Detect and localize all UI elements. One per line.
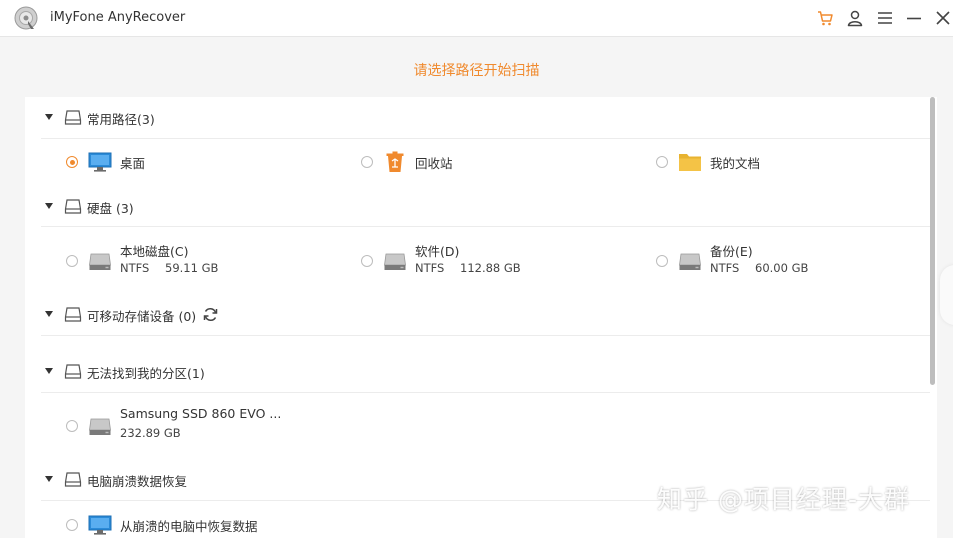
divider	[41, 392, 930, 393]
path-item-label: 回收站	[415, 156, 453, 171]
minimize-icon[interactable]	[905, 9, 923, 27]
side-decoration	[940, 265, 953, 325]
disk-item-d[interactable]: 软件(D) NTFS 112.88 GB	[361, 241, 641, 281]
divider	[41, 138, 930, 139]
title-bar: iMyFone AnyRecover	[0, 0, 953, 37]
menu-icon[interactable]	[876, 9, 894, 27]
hard-drive-icon	[679, 253, 701, 270]
section-header-removable[interactable]: 可移动存储设备 (0)	[25, 305, 930, 325]
disk-name: 备份(E)	[710, 244, 753, 259]
folder-icon	[679, 154, 701, 171]
hard-drive-icon	[89, 253, 111, 270]
radio[interactable]	[66, 519, 78, 531]
path-item-desktop[interactable]: 桌面	[66, 142, 346, 182]
path-item-label: 桌面	[120, 156, 146, 171]
drive-outline-icon	[64, 364, 82, 379]
radio[interactable]	[656, 255, 668, 267]
disk-item-c[interactable]: 本地磁盘(C) NTFS 59.11 GB	[66, 241, 346, 281]
radio-selected[interactable]	[66, 156, 78, 168]
disk-item-e[interactable]: 备份(E) NTFS 60.00 GB	[656, 241, 926, 281]
disk-filesystem: NTFS	[415, 261, 445, 275]
section-title: 常用路径(3)	[87, 112, 155, 127]
scan-location-panel: 常用路径(3) 桌面 回收站 我的文档 硬盘 (3) 本地磁盘(C) NTFS …	[25, 97, 937, 538]
partition-item-samsung-ssd[interactable]: Samsung SSD 860 EVO ... 232.89 GB	[66, 406, 346, 446]
partition-name: Samsung SSD 860 EVO ...	[120, 406, 282, 421]
section-header-hard-disks[interactable]: 硬盘 (3)	[25, 197, 930, 217]
recycle-bin-icon	[386, 151, 404, 172]
drive-outline-icon	[64, 472, 82, 487]
caret-down-icon	[45, 476, 53, 482]
desktop-icon	[88, 152, 112, 172]
disk-filesystem: NTFS	[120, 261, 150, 275]
drive-outline-icon	[64, 307, 82, 322]
disk-size: 59.11 GB	[165, 261, 219, 275]
app-title: iMyFone AnyRecover	[50, 10, 186, 25]
drive-outline-icon	[64, 199, 82, 214]
section-title: 可移动存储设备 (0)	[87, 309, 197, 324]
partition-size: 232.89 GB	[120, 426, 181, 440]
disk-size: 60.00 GB	[755, 261, 809, 275]
refresh-icon[interactable]	[202, 306, 219, 323]
path-item-my-documents[interactable]: 我的文档	[656, 142, 926, 182]
disk-name: 本地磁盘(C)	[120, 244, 189, 259]
desktop-icon	[88, 515, 112, 535]
caret-down-icon	[45, 203, 53, 209]
scrollbar[interactable]	[930, 97, 935, 385]
section-header-lost-partitions[interactable]: 无法找到我的分区(1)	[25, 362, 930, 382]
radio[interactable]	[361, 156, 373, 168]
app-logo-icon	[14, 6, 38, 30]
close-icon[interactable]	[934, 9, 952, 27]
cart-icon[interactable]	[816, 9, 834, 27]
divider	[41, 335, 930, 336]
section-title: 电脑崩溃数据恢复	[87, 474, 188, 489]
section-title: 无法找到我的分区(1)	[87, 366, 205, 381]
section-header-common-paths[interactable]: 常用路径(3)	[25, 108, 930, 128]
crash-item-recover-crashed-pc[interactable]: 从崩溃的电脑中恢复数据	[66, 507, 366, 538]
divider	[41, 226, 930, 227]
caret-down-icon	[45, 114, 53, 120]
hard-drive-icon	[89, 418, 111, 435]
path-item-recycle-bin[interactable]: 回收站	[361, 142, 641, 182]
caret-down-icon	[45, 368, 53, 374]
hard-drive-icon	[384, 253, 406, 270]
page-heading: 请选择路径开始扫描	[413, 63, 540, 79]
radio[interactable]	[66, 255, 78, 267]
crash-item-label: 从崩溃的电脑中恢复数据	[120, 519, 258, 534]
disk-size: 112.88 GB	[460, 261, 521, 275]
user-icon[interactable]	[846, 9, 864, 27]
path-item-label: 我的文档	[710, 156, 761, 171]
radio[interactable]	[361, 255, 373, 267]
disk-name: 软件(D)	[415, 244, 460, 259]
radio[interactable]	[656, 156, 668, 168]
caret-down-icon	[45, 311, 53, 317]
disk-filesystem: NTFS	[710, 261, 740, 275]
radio[interactable]	[66, 420, 78, 432]
drive-outline-icon	[64, 110, 82, 125]
section-title: 硬盘 (3)	[87, 201, 134, 216]
watermark: 知乎 @项目经理-大群	[657, 485, 910, 514]
